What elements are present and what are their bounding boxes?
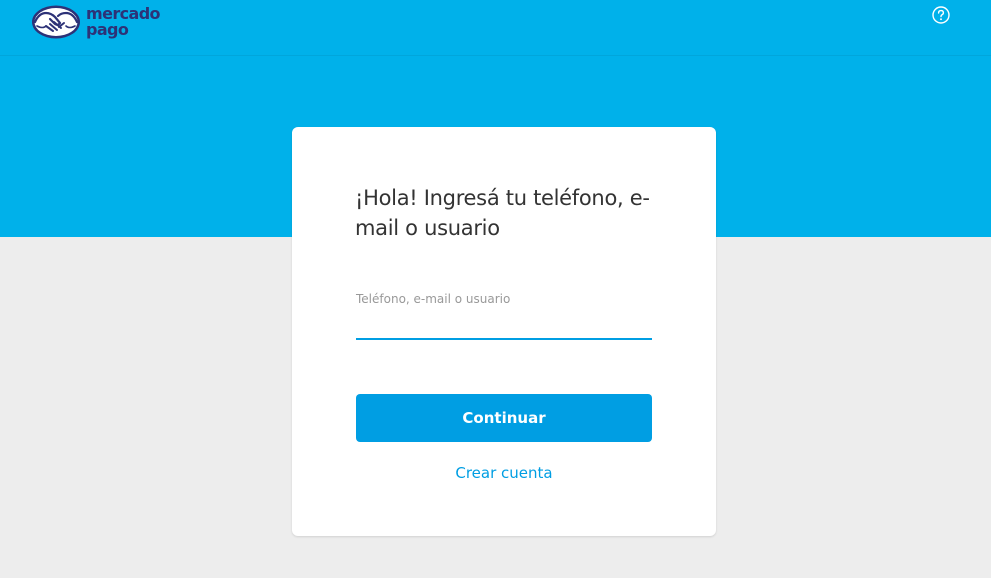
identifier-input[interactable]	[356, 312, 652, 340]
question-circle-icon[interactable]	[932, 6, 950, 24]
logo-wordmark: mercado pago	[86, 6, 161, 39]
login-title: ¡Hola! Ingresá tu teléfono, e-mail o usu…	[355, 186, 650, 240]
top-header: mercado pago	[0, 0, 991, 56]
identifier-field-label: Teléfono, e-mail o usuario	[356, 292, 511, 306]
mercado-pago-logo[interactable]: mercado pago	[31, 3, 161, 41]
handshake-logo-icon	[32, 5, 80, 39]
logo-word-pago: pago	[86, 20, 129, 39]
create-account-link[interactable]: Crear cuenta	[356, 464, 652, 482]
continue-button[interactable]: Continuar	[356, 394, 652, 442]
login-card: ¡Hola! Ingresá tu teléfono, e-mail o usu…	[292, 127, 716, 536]
